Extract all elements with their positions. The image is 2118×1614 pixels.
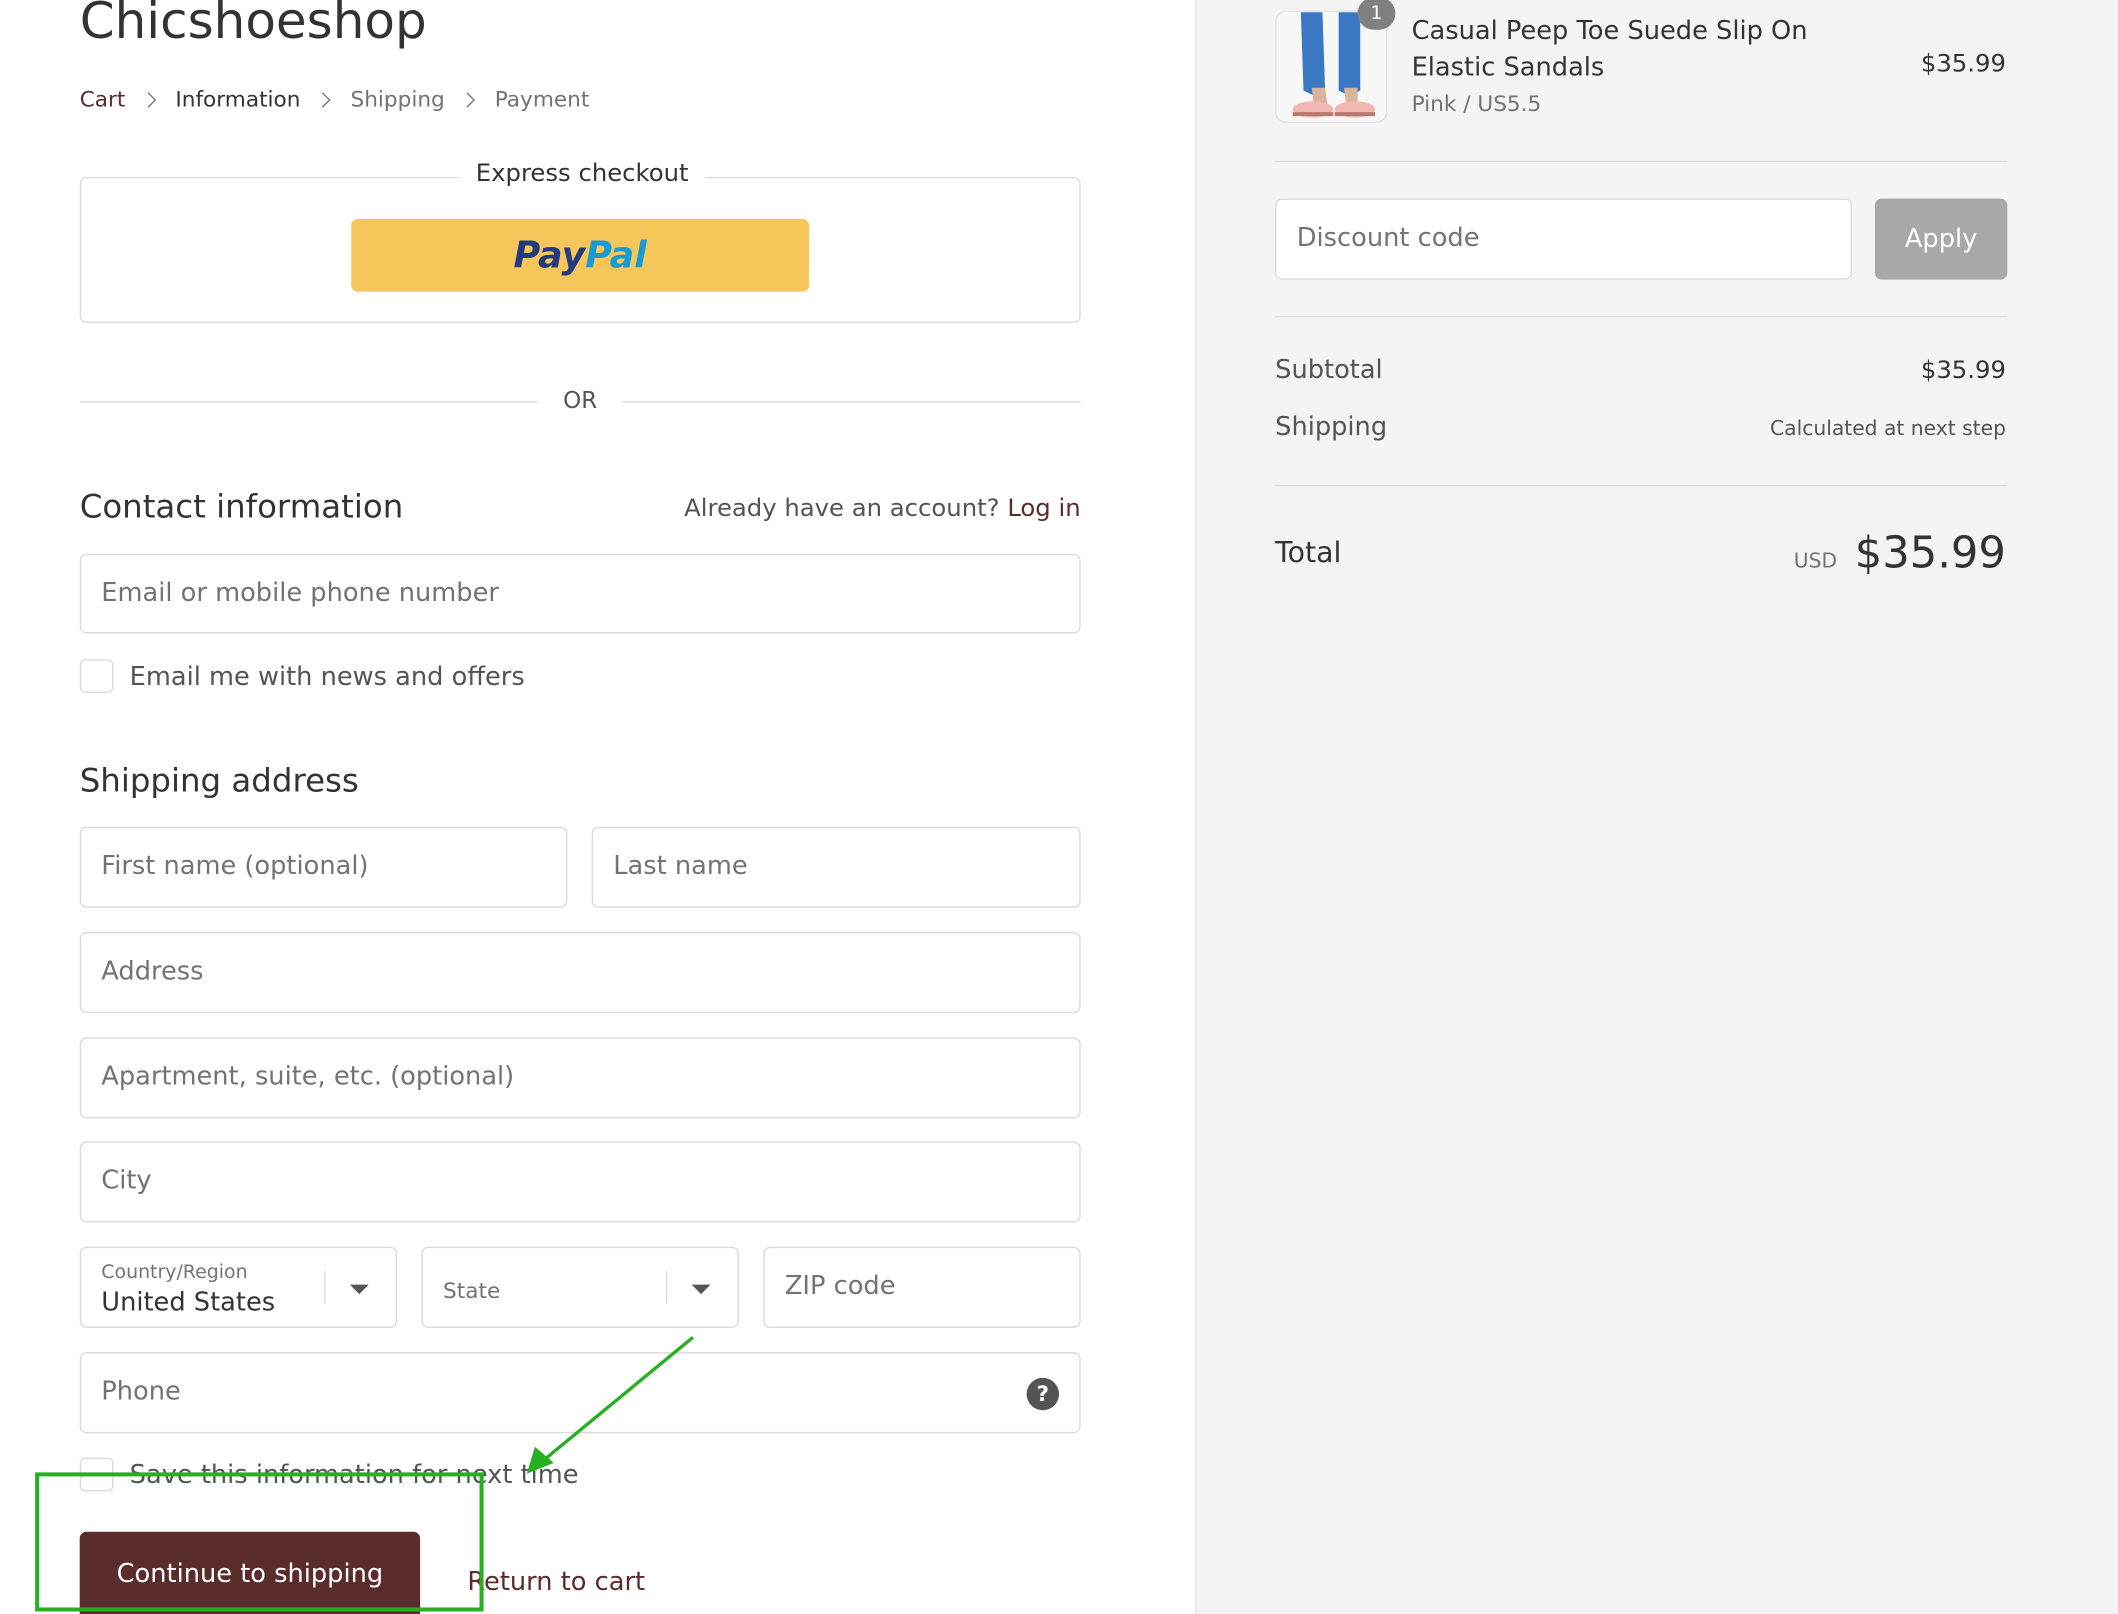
paypal-logo-part1: Pay xyxy=(513,234,586,277)
chevron-down-icon xyxy=(349,1284,369,1295)
last-name-field[interactable]: Last name xyxy=(591,826,1081,908)
first-name-field[interactable]: First name (optional) xyxy=(79,826,568,908)
apartment-field[interactable]: Apartment, suite, etc. (optional) xyxy=(79,1037,1081,1119)
continue-to-shipping-button[interactable]: Continue to shipping xyxy=(79,1531,421,1614)
summary-divider xyxy=(1275,160,2008,163)
save-info-checkbox[interactable] xyxy=(79,1457,114,1492)
country-select-label: Country/Region xyxy=(101,1261,248,1284)
save-info-label[interactable]: Save this information for next time xyxy=(130,1460,579,1490)
store-title[interactable]: Chicshoeshop xyxy=(80,0,427,50)
question-mark-icon[interactable]: ? xyxy=(1026,1377,1060,1411)
shipping-value: Calculated at next step xyxy=(1770,416,2006,441)
discount-code-placeholder: Discount code xyxy=(1296,222,1480,253)
paypal-button[interactable]: Pay Pal xyxy=(351,218,810,292)
shipping-address-title: Shipping address xyxy=(79,761,359,800)
total-value: $35.99 xyxy=(1854,526,2006,579)
apply-discount-button[interactable]: Apply xyxy=(1874,198,2008,280)
country-select[interactable]: Country/Region United States xyxy=(79,1246,398,1328)
newsletter-label[interactable]: Email me with news and offers xyxy=(130,661,525,691)
account-prompt-text: Already have an account? xyxy=(684,494,1000,523)
breadcrumb: Cart Information Shipping Payment xyxy=(80,86,590,112)
account-prompt: Already have an account? Log in xyxy=(684,494,1081,522)
email-field-placeholder: Email or mobile phone number xyxy=(101,578,499,608)
city-field[interactable]: City xyxy=(79,1141,1081,1223)
subtotal-value: $35.99 xyxy=(1920,356,2006,385)
total-currency: USD xyxy=(1793,548,1838,573)
chevron-right-icon xyxy=(460,91,476,107)
phone-field[interactable]: Phone ? xyxy=(79,1352,1081,1434)
express-checkout-box: Express checkout Pay Pal xyxy=(79,159,1081,323)
breadcrumb-cart[interactable]: Cart xyxy=(80,86,126,112)
last-name-placeholder: Last name xyxy=(613,851,748,881)
breadcrumb-payment: Payment xyxy=(494,86,590,113)
apartment-placeholder: Apartment, suite, etc. (optional) xyxy=(101,1061,515,1092)
summary-divider xyxy=(1275,316,2008,318)
city-placeholder: City xyxy=(101,1165,152,1196)
phone-placeholder: Phone xyxy=(101,1376,181,1407)
total-label: Total xyxy=(1275,536,1342,569)
return-to-cart-link[interactable]: Return to cart xyxy=(467,1567,645,1597)
paypal-logo-part2: Pal xyxy=(585,234,647,277)
express-checkout-title: Express checkout xyxy=(459,159,706,188)
product-price: $35.99 xyxy=(1920,49,2006,79)
chevron-down-icon xyxy=(691,1284,711,1295)
chevron-right-icon xyxy=(140,91,156,107)
save-info-option[interactable]: Save this information for next time xyxy=(79,1457,579,1492)
address-placeholder: Address xyxy=(101,956,204,987)
breadcrumb-information: Information xyxy=(175,86,301,113)
or-divider: OR xyxy=(79,386,1081,421)
subtotal-label: Subtotal xyxy=(1275,355,1383,385)
state-select-placeholder: State xyxy=(443,1277,501,1304)
quantity-badge: 1 xyxy=(1357,0,1396,30)
checkout-form-pane: Chicshoeshop Cart Information Shipping P… xyxy=(0,0,1196,1614)
country-select-value: United States xyxy=(101,1287,276,1318)
newsletter-option[interactable]: Email me with news and offers xyxy=(79,659,525,693)
zip-placeholder: ZIP code xyxy=(784,1271,896,1301)
login-link[interactable]: Log in xyxy=(1007,494,1080,522)
state-select[interactable]: State xyxy=(421,1246,739,1328)
select-divider xyxy=(324,1271,326,1304)
contact-information-title: Contact information xyxy=(79,487,404,526)
discount-code-field[interactable]: Discount code xyxy=(1275,198,1852,280)
zip-field[interactable]: ZIP code xyxy=(763,1246,1081,1328)
first-name-placeholder: First name (optional) xyxy=(101,851,369,881)
product-variant: Pink / US5.5 xyxy=(1411,90,1542,117)
summary-divider xyxy=(1275,484,2008,487)
order-summary-pane: 1 Casual Peep Toe Suede Slip On Elastic … xyxy=(1195,0,2118,1614)
select-divider xyxy=(665,1271,668,1304)
or-label: OR xyxy=(563,387,598,415)
breadcrumb-shipping: Shipping xyxy=(350,86,445,113)
product-name: Casual Peep Toe Suede Slip On Elastic Sa… xyxy=(1411,16,1808,83)
newsletter-checkbox[interactable] xyxy=(79,659,114,693)
email-field[interactable]: Email or mobile phone number xyxy=(79,553,1081,634)
shipping-label: Shipping xyxy=(1275,411,1388,442)
address-field[interactable]: Address xyxy=(79,932,1081,1014)
chevron-right-icon xyxy=(315,91,332,107)
